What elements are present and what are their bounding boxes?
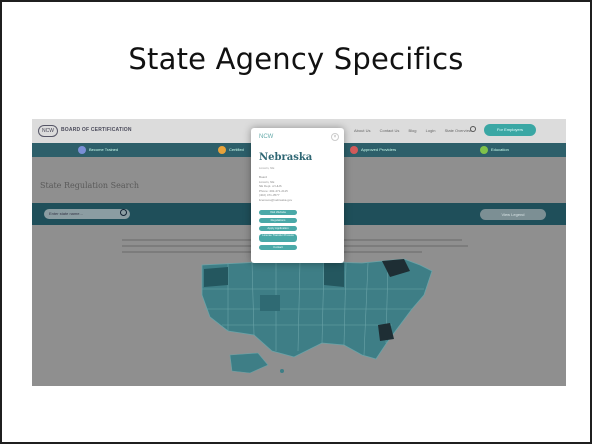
state-oregon: [204, 267, 228, 287]
modal-logo-icon: NCW: [259, 134, 274, 140]
close-icon[interactable]: ×: [331, 133, 339, 141]
modal-contact-info: Board Lincoln, NE NE Dept. of HHS Phone:…: [259, 175, 293, 202]
state-colorado: [260, 295, 280, 311]
contact-button[interactable]: Contact: [259, 245, 297, 250]
modal-state-name: Nebraska: [259, 152, 313, 163]
state-hawaii: [280, 369, 284, 373]
slide-title: State Agency Specifics: [128, 42, 464, 76]
state-minnesota: [324, 263, 344, 287]
visit-website-button[interactable]: Visit Website: [259, 210, 297, 215]
state-alaska: [229, 352, 269, 374]
regulations-button[interactable]: Regulations: [259, 218, 297, 223]
website-screenshot: NCW BOARD OF CERTIFICATION About Us Cont…: [32, 119, 566, 386]
slide: State Agency Specifics NCW BOARD OF CERT…: [0, 0, 592, 444]
modal-subtitle: Lincoln, NE: [259, 166, 275, 170]
state-detail-modal: NCW × Nebraska Lincoln, NE Board Lincoln…: [251, 128, 344, 263]
license-transfer-button[interactable]: License Transfer Process: [259, 233, 297, 242]
apply-application-button[interactable]: Apply Application: [259, 226, 297, 231]
